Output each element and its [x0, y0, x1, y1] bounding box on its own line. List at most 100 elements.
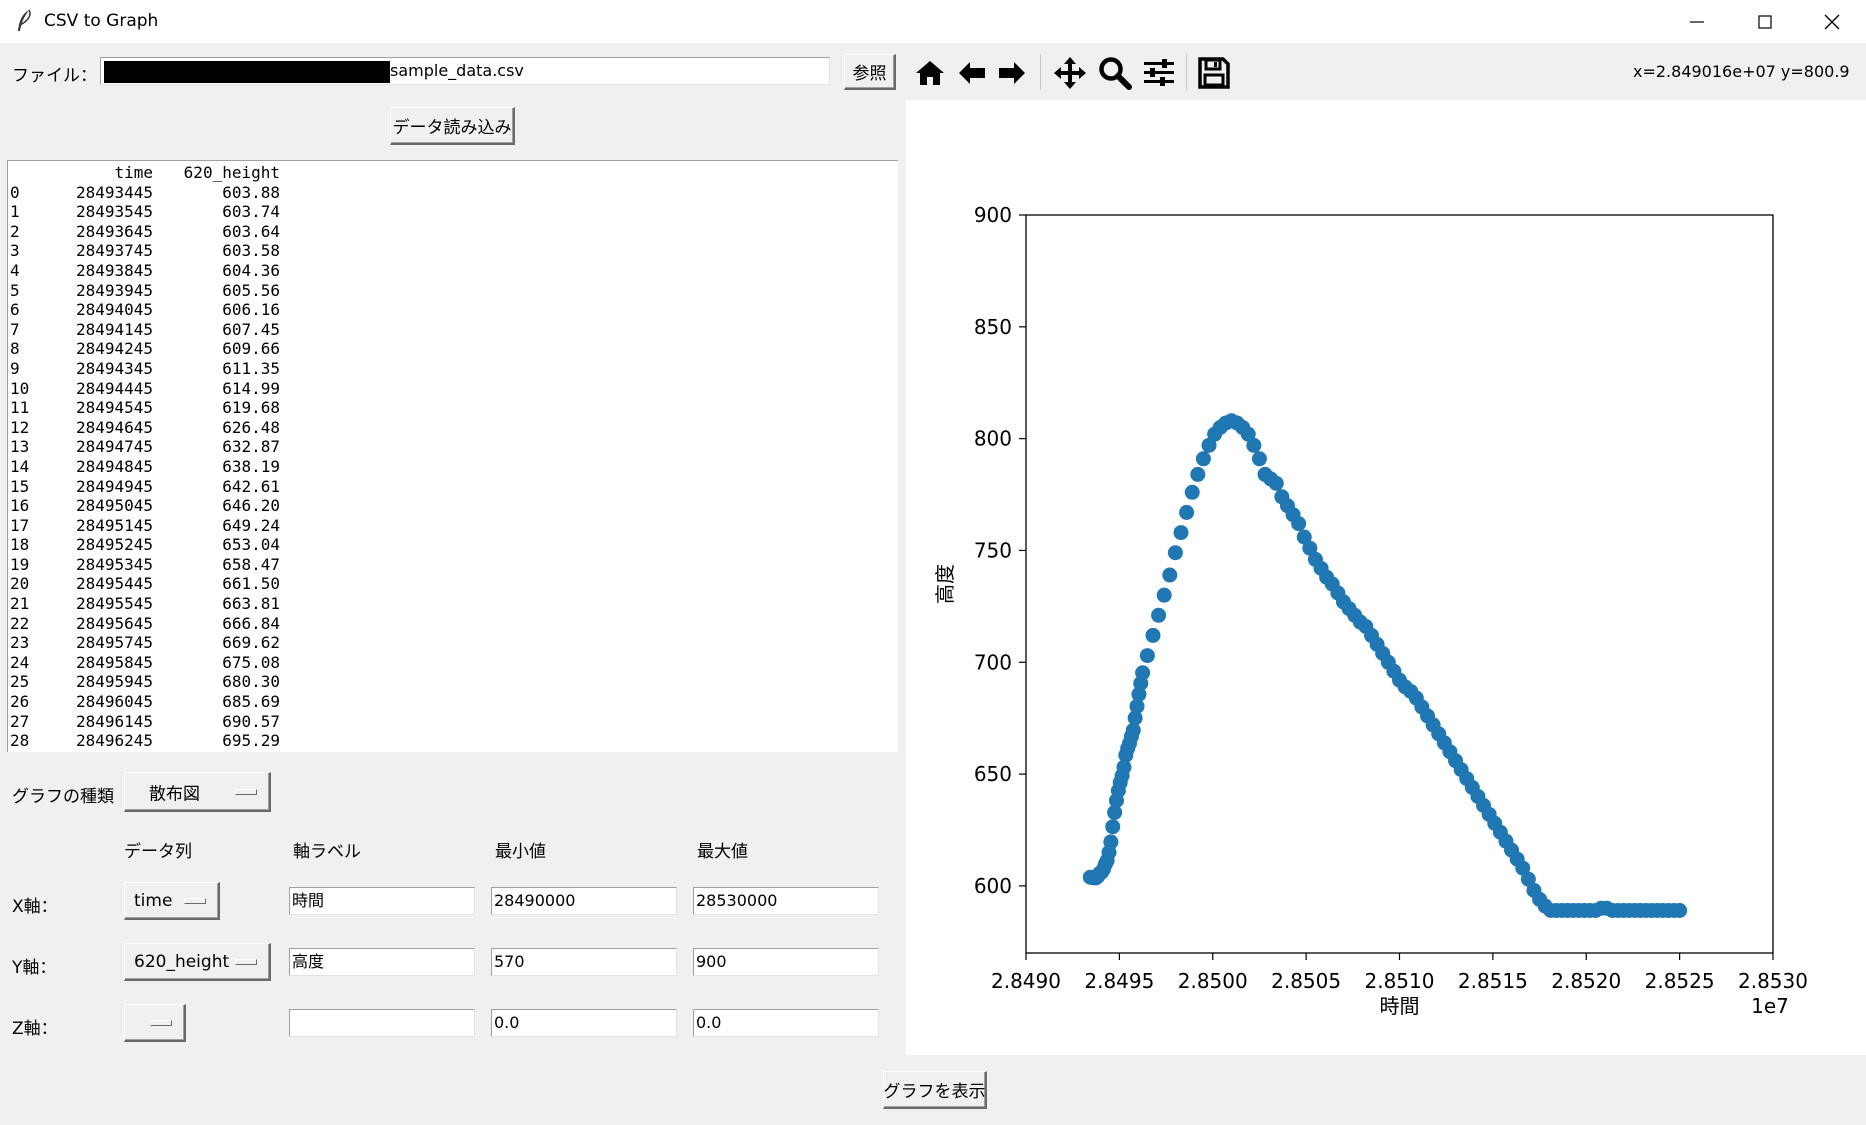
- z-axis-label-input[interactable]: [289, 1009, 475, 1037]
- data-point: [1167, 545, 1183, 561]
- scatter-chart: 2.8490 2.8495 2.8500 2.8505 2.8510 2.8515 2.85…: [933, 203, 1808, 1018]
- toolbar-separator: [1186, 54, 1187, 90]
- data-point: [1291, 516, 1307, 532]
- row-time: 28496045: [75, 692, 153, 712]
- y-axis-label-input[interactable]: 高度: [289, 948, 475, 976]
- data-point: [1268, 475, 1284, 491]
- y-column-select[interactable]: 620_height: [124, 943, 271, 981]
- chevron-down-icon: [235, 958, 257, 965]
- row-height: 663.81: [222, 594, 280, 614]
- data-point: [1246, 437, 1262, 453]
- minimize-button[interactable]: [1663, 0, 1731, 43]
- toolbar-separator: [1040, 54, 1041, 90]
- z-column-select[interactable]: [124, 1004, 186, 1042]
- row-time: 28496145: [75, 711, 153, 731]
- row-height: 632.87: [222, 437, 280, 457]
- table-header-height: 620_height: [183, 163, 280, 182]
- row-index: 18: [10, 535, 30, 555]
- plot-canvas[interactable]: 2.8490 2.8495 2.8500 2.8505 2.8510 2.8515 2.85…: [906, 100, 1866, 1055]
- table-row: 9 28494345 611.35: [8, 359, 898, 379]
- y-axis-label: Y軸：: [12, 958, 57, 978]
- x-min-input[interactable]: 28490000: [491, 887, 677, 915]
- row-index: 15: [10, 476, 30, 496]
- data-point: [1145, 627, 1161, 643]
- row-index: 16: [10, 496, 30, 516]
- zoom-icon[interactable]: [1097, 54, 1133, 92]
- row-index: 3: [10, 241, 20, 261]
- x-tick-label: 2.8530: [1738, 969, 1808, 993]
- chevron-down-icon: [235, 788, 257, 795]
- chevron-down-icon: [150, 1019, 172, 1026]
- row-height: 603.58: [222, 241, 280, 261]
- close-button[interactable]: [1798, 0, 1866, 43]
- z-min-input[interactable]: 0.0: [491, 1009, 677, 1037]
- x-max-input[interactable]: 28530000: [693, 887, 879, 915]
- row-height: 649.24: [222, 515, 280, 535]
- row-height: 685.69: [222, 692, 280, 712]
- x-axis-label-input[interactable]: 時間: [289, 887, 475, 915]
- table-row: 23 28495745 669.62: [8, 633, 898, 653]
- forward-icon[interactable]: [994, 54, 1030, 92]
- row-height: 626.48: [222, 417, 280, 437]
- row-index: 20: [10, 574, 30, 594]
- row-time: 28495545: [75, 594, 153, 614]
- row-height: 661.50: [222, 574, 280, 594]
- pan-icon[interactable]: [1052, 54, 1088, 92]
- load-data-button[interactable]: データ読み込み: [390, 107, 515, 145]
- feather-icon: [18, 9, 31, 31]
- configure-subplots-icon[interactable]: [1141, 54, 1177, 92]
- row-time: 28493545: [75, 202, 153, 222]
- data-point: [1139, 648, 1155, 664]
- row-index: 11: [10, 398, 30, 418]
- x-offset-label: 1e7: [1751, 994, 1789, 1018]
- data-point: [1184, 484, 1200, 500]
- home-icon[interactable]: [912, 54, 948, 92]
- row-time: 28494245: [75, 339, 153, 359]
- table-row: 16 28495045 646.20: [8, 496, 898, 516]
- file-path-input[interactable]: sample_data.csv: [100, 57, 830, 85]
- redacted-path: [104, 60, 390, 83]
- row-time: 28495645: [75, 613, 153, 633]
- y-column-value: 620_height: [134, 951, 230, 972]
- row-time: 28495245: [75, 535, 153, 555]
- data-point: [1103, 834, 1119, 850]
- table-row: 27 28496145 690.57: [8, 712, 898, 732]
- table-row: 8 28494245 609.66: [8, 339, 898, 359]
- row-index: 8: [10, 339, 20, 359]
- graph-type-select[interactable]: 散布図: [124, 772, 271, 812]
- table-row: 21 28495545 663.81: [8, 594, 898, 614]
- maximize-button[interactable]: [1731, 0, 1799, 43]
- z-max-input[interactable]: 0.0: [693, 1009, 879, 1037]
- x-tick-label: 2.8515: [1458, 969, 1528, 993]
- data-point: [1195, 451, 1211, 467]
- row-index: 19: [10, 554, 30, 574]
- save-icon[interactable]: [1196, 54, 1232, 92]
- table-row: 3 28493745 603.58: [8, 241, 898, 261]
- table-row: 12 28494645 626.48: [8, 418, 898, 438]
- back-icon[interactable]: [954, 54, 990, 92]
- y-tick-label: 700: [974, 650, 1012, 674]
- row-index: 17: [10, 515, 30, 535]
- table-row: 17 28495145 649.24: [8, 516, 898, 536]
- x-tick-label: 2.8510: [1365, 969, 1435, 993]
- row-index: 23: [10, 633, 30, 653]
- data-preview-text[interactable]: time 620_height 0 28493445 603.88 1 28493545…: [7, 160, 898, 752]
- row-time: 28495945: [75, 672, 153, 692]
- y-max-input[interactable]: 900: [693, 948, 879, 976]
- y-min-input[interactable]: 570: [491, 948, 677, 976]
- x-axis-title: 時間: [1380, 994, 1420, 1018]
- table-row: 26 28496045 685.69: [8, 692, 898, 712]
- show-graph-button[interactable]: グラフを表示: [883, 1071, 987, 1109]
- x-column-select[interactable]: time: [124, 882, 220, 920]
- row-height: 603.88: [222, 182, 280, 202]
- row-index: 22: [10, 613, 30, 633]
- table-row: 19 28495345 658.47: [8, 555, 898, 575]
- browse-button[interactable]: 参照: [844, 54, 896, 90]
- row-time: 28495045: [75, 496, 153, 516]
- row-height: 619.68: [222, 398, 280, 418]
- row-height: 614.99: [222, 378, 280, 398]
- row-index: 4: [10, 260, 20, 280]
- window-title: CSV to Graph: [44, 11, 159, 31]
- row-index: 9: [10, 358, 20, 378]
- row-index: 0: [10, 182, 20, 202]
